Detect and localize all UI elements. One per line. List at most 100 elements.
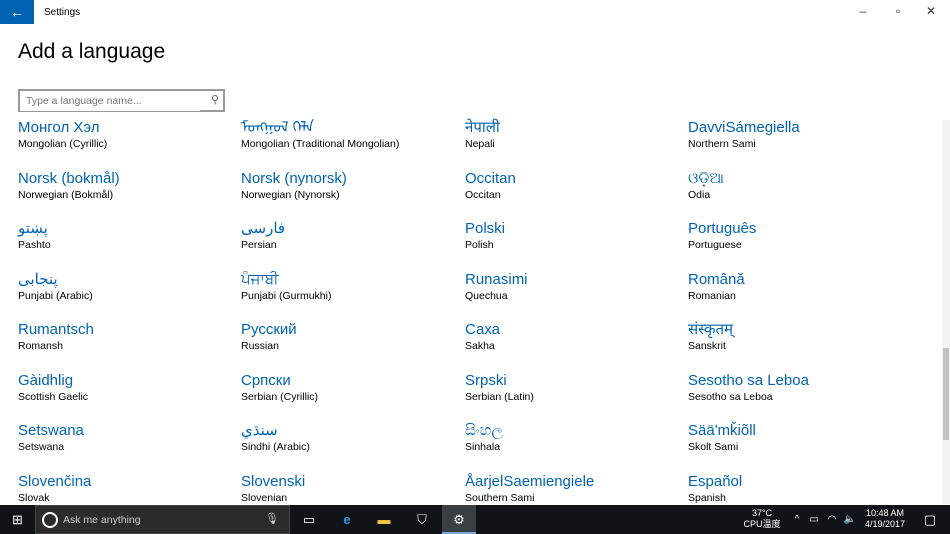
minimize-button[interactable]: – (853, 4, 873, 18)
language-native-name: ÅarjelSaemiengiele (465, 472, 595, 490)
language-item[interactable]: ᠮᠣᠩᠭᠣᠯ ᠬᠡᠯᠡ Mongolian (Traditional Mongol… (241, 117, 465, 168)
close-button[interactable]: ✕ (921, 4, 941, 18)
language-item[interactable]: Русский Russian (241, 319, 465, 370)
language-item[interactable]: Sesotho sa Leboa Sesotho sa Leboa (688, 370, 918, 421)
language-english-name: Skolt Sami (688, 441, 739, 453)
language-item[interactable]: ਪੰਜਾਬੀ Punjabi (Gurmukhi) (241, 269, 465, 320)
language-native-name: Српски (241, 371, 291, 389)
language-item[interactable]: नेपाली Nepali (465, 117, 688, 168)
clock[interactable]: 10:48 AM 4/19/2017 (860, 508, 910, 530)
time: 10:48 AM (865, 508, 905, 518)
cortana-icon (42, 512, 58, 528)
language-item[interactable]: پښتو Pashto (18, 218, 241, 269)
language-item[interactable]: Rumantsch Romansh (18, 319, 241, 370)
language-native-name: Slovenčina (18, 472, 92, 490)
language-native-name: සිංහල (465, 422, 503, 439)
windows-icon: ⊞ (12, 512, 23, 527)
language-search-input[interactable] (20, 91, 200, 111)
date: 4/19/2017 (864, 519, 906, 529)
language-item[interactable]: Română Romanian (688, 269, 918, 320)
temp-value: 37°C (751, 508, 773, 518)
language-native-name: پنجابی (18, 270, 58, 288)
start-button[interactable]: ⊞ (0, 505, 35, 534)
language-native-name: Setswana (18, 422, 84, 439)
language-english-name: Quechua (465, 289, 508, 302)
language-native-name: Runasimi (465, 270, 528, 288)
language-native-name: Occitan (465, 169, 516, 187)
maximize-button[interactable]: ▫ (888, 4, 908, 18)
volume-icon[interactable]: 🔈 (842, 505, 858, 534)
language-native-name: ଓଡ଼ିଆ (688, 169, 724, 187)
language-item[interactable]: Norsk (nynorsk) Norwegian (Nynorsk) (241, 168, 465, 219)
language-english-name: Norwegian (Nynorsk) (241, 188, 340, 201)
language-english-name: Southern Sami (465, 491, 535, 504)
language-native-name: Español (688, 472, 743, 490)
language-item[interactable]: සිංහල Sinhala (465, 420, 688, 471)
scrollbar[interactable] (942, 120, 950, 504)
language-english-name: Northern Sami (688, 138, 756, 150)
language-item[interactable]: Gàidhlig Scottish Gaelic (18, 370, 241, 421)
language-english-name: Occitan (465, 188, 501, 201)
wifi-icon[interactable]: ◠ (824, 505, 840, 534)
language-item[interactable]: Português Portuguese (688, 218, 918, 269)
language-native-name: ᠮᠣᠩᠭᠣᠯ ᠬᠡᠯᠡ (241, 119, 314, 136)
language-english-name: Persian (241, 239, 277, 251)
chevron-up-icon[interactable]: ^ (790, 505, 804, 534)
cpu-temp: 37°C CPU温度 (740, 508, 784, 530)
file-explorer-icon[interactable]: ▬ (370, 505, 398, 534)
title-bar: ← Settings – ▫ ✕ (0, 0, 950, 26)
language-list: Монгол Хэл Mongolian (Cyrillic) ᠮᠣᠩᠭᠣᠯ ᠬᠡᠯ… (18, 117, 918, 521)
language-item[interactable]: Polski Polish (465, 218, 688, 269)
language-native-name: Srpski (465, 371, 507, 389)
language-english-name: Portuguese (688, 239, 742, 251)
language-native-name: Rumantsch (18, 321, 94, 338)
language-item[interactable]: Саха Sakha (465, 319, 688, 370)
language-item[interactable]: Српски Serbian (Cyrillic) (241, 370, 465, 421)
cortana-search[interactable]: Ask me anything 🎙 (35, 505, 290, 534)
language-item[interactable]: Монгол Хэл Mongolian (Cyrillic) (18, 117, 241, 168)
language-english-name: Serbian (Latin) (465, 390, 534, 403)
language-native-name: Sääʹmǩiõll (688, 422, 756, 439)
window-title: Settings (44, 7, 81, 18)
language-native-name: ਪੰਜਾਬੀ (241, 270, 279, 288)
language-native-name: Polski (465, 220, 506, 237)
scrollbar-thumb[interactable] (943, 348, 949, 440)
language-native-name: DavviSámegiella (688, 119, 800, 136)
language-english-name: Sanskrit (688, 340, 726, 352)
arrow-left-icon: ← (10, 4, 24, 20)
language-item[interactable]: Sääʹmǩiõll Skolt Sami (688, 420, 918, 471)
language-native-name: Русский (241, 321, 297, 338)
action-center-icon[interactable]: ▢ (918, 505, 942, 534)
language-item[interactable]: DavviSámegiella Northern Sami (688, 117, 918, 168)
language-english-name: Sindhi (Arabic) (241, 441, 310, 453)
language-english-name: Setswana (18, 441, 65, 453)
language-english-name: Scottish Gaelic (18, 390, 89, 403)
language-english-name: Pashto (18, 239, 51, 251)
language-english-name: Punjabi (Arabic) (18, 289, 93, 302)
language-item[interactable]: संस्कृतम् Sanskrit (688, 319, 918, 370)
battery-icon[interactable]: ▭ (806, 505, 822, 534)
back-button[interactable]: ← (0, 0, 34, 24)
language-item[interactable]: سنڌي Sindhi (Arabic) (241, 420, 465, 471)
language-item[interactable]: پنجابی Punjabi (Arabic) (18, 269, 241, 320)
language-item[interactable]: Srpski Serbian (Latin) (465, 370, 688, 421)
microphone-icon[interactable]: 🎙 (265, 512, 279, 525)
language-item[interactable]: Setswana Setswana (18, 420, 241, 471)
language-native-name: Norsk (bokmål) (18, 169, 120, 187)
language-native-name: Português (688, 220, 757, 237)
language-item[interactable]: Runasimi Quechua (465, 269, 688, 320)
language-item[interactable]: فارسی Persian (241, 218, 465, 269)
language-native-name: Саха (465, 321, 501, 338)
language-item[interactable]: ଓଡ଼ିଆ Odia (688, 168, 918, 219)
store-icon[interactable]: ⛉ (408, 505, 436, 534)
language-search-box[interactable]: ⚲ (18, 89, 225, 112)
language-item[interactable]: Norsk (bokmål) Norwegian (Bokmål) (18, 168, 241, 219)
language-item[interactable]: Occitan Occitan (465, 168, 688, 219)
magnifier-icon: ⚲ (210, 94, 219, 106)
language-english-name: Romanian (688, 289, 736, 302)
language-native-name: नेपाली (465, 119, 500, 136)
task-view-icon[interactable]: ▭ (295, 505, 323, 534)
language-english-name: Nepali (465, 138, 495, 150)
edge-icon[interactable]: e (333, 505, 361, 534)
settings-taskbar-icon[interactable]: ⚙ (442, 505, 476, 534)
